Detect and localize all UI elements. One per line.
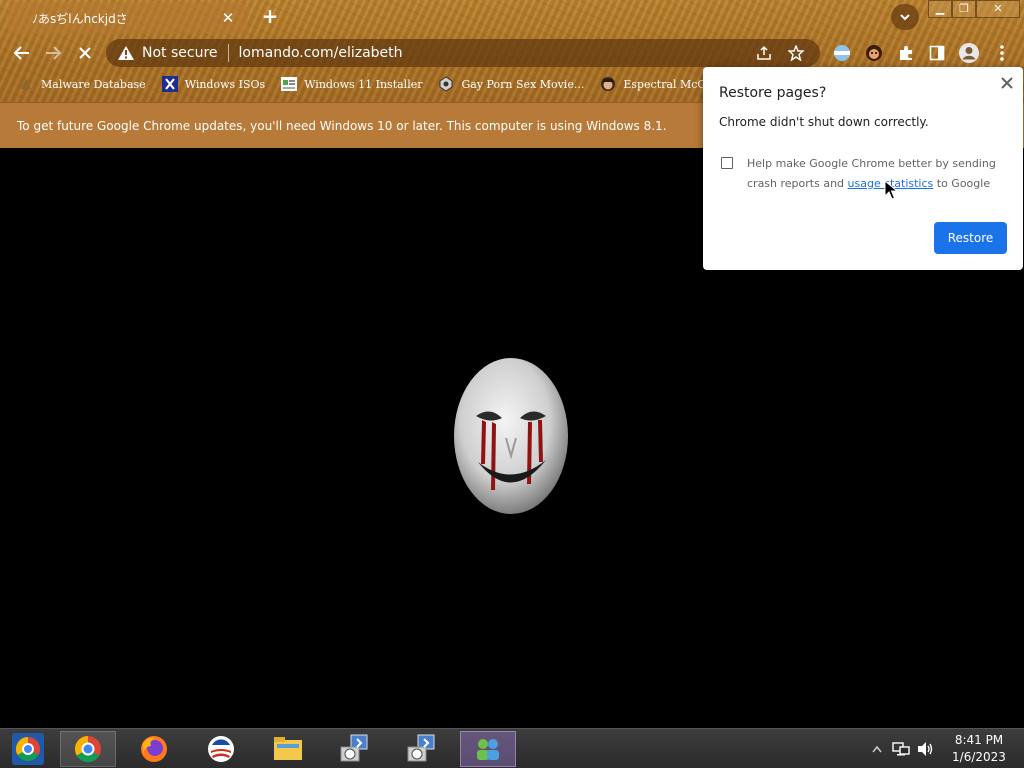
- dialog-title: Restore pages?: [719, 85, 827, 101]
- window-maximize-button[interactable]: ❐: [952, 0, 976, 18]
- taskbar-firefox[interactable]: [126, 731, 182, 767]
- share-button[interactable]: [752, 41, 776, 65]
- dialog-close-button[interactable]: [997, 73, 1017, 93]
- chrome-logo-icon: [12, 733, 44, 765]
- bookmark-malware-database[interactable]: Malware Database: [18, 76, 146, 92]
- firefox-icon: [141, 736, 167, 762]
- bookmark-label: Windows 11 Installer: [304, 77, 423, 91]
- profile-avatar-icon: [959, 43, 979, 63]
- taskbar-setup-1[interactable]: [327, 731, 383, 767]
- chrome-menu-button[interactable]: [990, 41, 1014, 65]
- window-close-button[interactable]: ✕: [976, 0, 1020, 18]
- omnibox-divider: [227, 44, 229, 62]
- taskbar-network-app[interactable]: [460, 731, 516, 767]
- volume-tray-button[interactable]: [914, 738, 936, 760]
- side-panel-button[interactable]: [925, 41, 949, 65]
- security-label: Not secure: [142, 45, 218, 61]
- new-tab-button[interactable]: +: [259, 5, 281, 27]
- arrow-right-icon: [46, 46, 62, 60]
- tab-close-icon[interactable]: ✕: [218, 9, 238, 27]
- close-icon: [1001, 77, 1013, 89]
- tab-search-button[interactable]: [891, 4, 919, 30]
- obama-logo-icon: [208, 736, 234, 762]
- taskbar-file-explorer[interactable]: [260, 731, 316, 767]
- crash-reports-label: Help make Google Chrome better by sendin…: [747, 154, 1009, 194]
- tab-strip: ﾉあsぢlんhckjdさ ✕ + ▁ ❐ ✕: [0, 0, 1024, 36]
- bookmark-star-button[interactable]: [784, 41, 808, 65]
- more-vertical-icon: [1000, 45, 1004, 61]
- x-logo-icon: [161, 76, 178, 92]
- system-clock[interactable]: 8:41 PM 1/6/2023: [944, 732, 1014, 766]
- url-text[interactable]: lomando.com/elizabeth: [239, 45, 744, 61]
- window-minimize-button[interactable]: ▁: [928, 0, 952, 18]
- clock-time: 8:41 PM: [954, 733, 1004, 747]
- tab-title: ﾉあsぢlんhckjdさ: [32, 11, 128, 26]
- bookmark-label: Windows ISOs: [184, 77, 266, 91]
- share-icon: [757, 45, 771, 60]
- character-extension-icon: [866, 45, 882, 61]
- avatar-icon: [600, 76, 616, 92]
- screen: ﾉあsぢlんhckjdさ ✕ + ▁ ❐ ✕ Not secure lomand…: [0, 0, 1024, 768]
- taskbar-chrome[interactable]: [60, 731, 116, 767]
- bookmark-label: Gay Porn Sex Movie...: [461, 77, 585, 91]
- setup-installer-icon: [407, 734, 435, 762]
- consent-suffix: to Google: [933, 177, 991, 190]
- active-tab[interactable]: ﾉあsぢlんhckjdさ ✕: [8, 2, 248, 34]
- people-network-icon: [477, 739, 499, 760]
- restore-button[interactable]: Restore: [934, 222, 1007, 254]
- extension-avatar-button[interactable]: [862, 41, 886, 65]
- chevron-up-icon: [872, 745, 882, 753]
- malware-icon: [18, 76, 34, 92]
- extensions-button[interactable]: [894, 41, 918, 65]
- network-icon: [892, 742, 910, 756]
- security-chip[interactable]: Not secure: [118, 45, 218, 61]
- bookmark-windows-11-installer[interactable]: Windows 11 Installer: [281, 76, 422, 92]
- chrome-icon: [74, 735, 101, 763]
- chevron-down-icon: [900, 14, 910, 21]
- speaker-icon: [918, 742, 933, 756]
- profile-button[interactable]: [957, 41, 981, 65]
- flag-extension-icon: [834, 45, 850, 61]
- star-icon: [788, 45, 804, 61]
- installer-icon: [281, 76, 298, 92]
- toolbar: Not secure lomando.com/elizabeth: [0, 36, 1024, 68]
- restore-pages-dialog: Restore pages? Chrome didn't shut down c…: [703, 67, 1023, 270]
- bookmark-label: Malware Database: [41, 77, 146, 91]
- extension-flag-button[interactable]: [830, 41, 854, 65]
- setup-installer-icon: [340, 734, 368, 762]
- puzzle-icon: [900, 46, 912, 60]
- folder-icon: [274, 737, 302, 760]
- movie-icon: [438, 76, 454, 92]
- clock-date: 1/6/2023: [952, 750, 1006, 764]
- update-info-message: To get future Google Chrome updates, you…: [17, 118, 667, 133]
- system-tray: [866, 729, 938, 768]
- arrow-left-icon: [13, 46, 29, 60]
- forward-button[interactable]: [40, 40, 66, 66]
- mouse-cursor-icon: [884, 180, 898, 200]
- bookmark-espectral-mcgee[interactable]: Espectral McGee: [600, 76, 719, 92]
- close-icon: [79, 47, 91, 59]
- mask-image: [454, 358, 568, 514]
- address-bar[interactable]: Not secure lomando.com/elizabeth: [106, 39, 820, 67]
- warning-icon: [118, 46, 134, 60]
- side-panel-icon: [929, 45, 945, 61]
- show-hidden-icons-button[interactable]: [866, 738, 888, 760]
- crash-reports-checkbox[interactable]: [721, 157, 733, 169]
- network-tray-button[interactable]: [890, 738, 912, 760]
- bookmark-windows-isos[interactable]: Windows ISOs: [161, 76, 266, 92]
- start-button[interactable]: [0, 731, 56, 767]
- dialog-message: Chrome didn't shut down correctly.: [719, 115, 929, 129]
- taskbar-obama-app[interactable]: [193, 731, 249, 767]
- back-button[interactable]: [9, 40, 35, 66]
- bookmark-movie[interactable]: Gay Porn Sex Movie...: [438, 76, 584, 92]
- taskbar-setup-2[interactable]: [394, 731, 450, 767]
- stop-loading-button[interactable]: [72, 40, 98, 66]
- taskbar: 8:41 PM 1/6/2023: [0, 728, 1024, 768]
